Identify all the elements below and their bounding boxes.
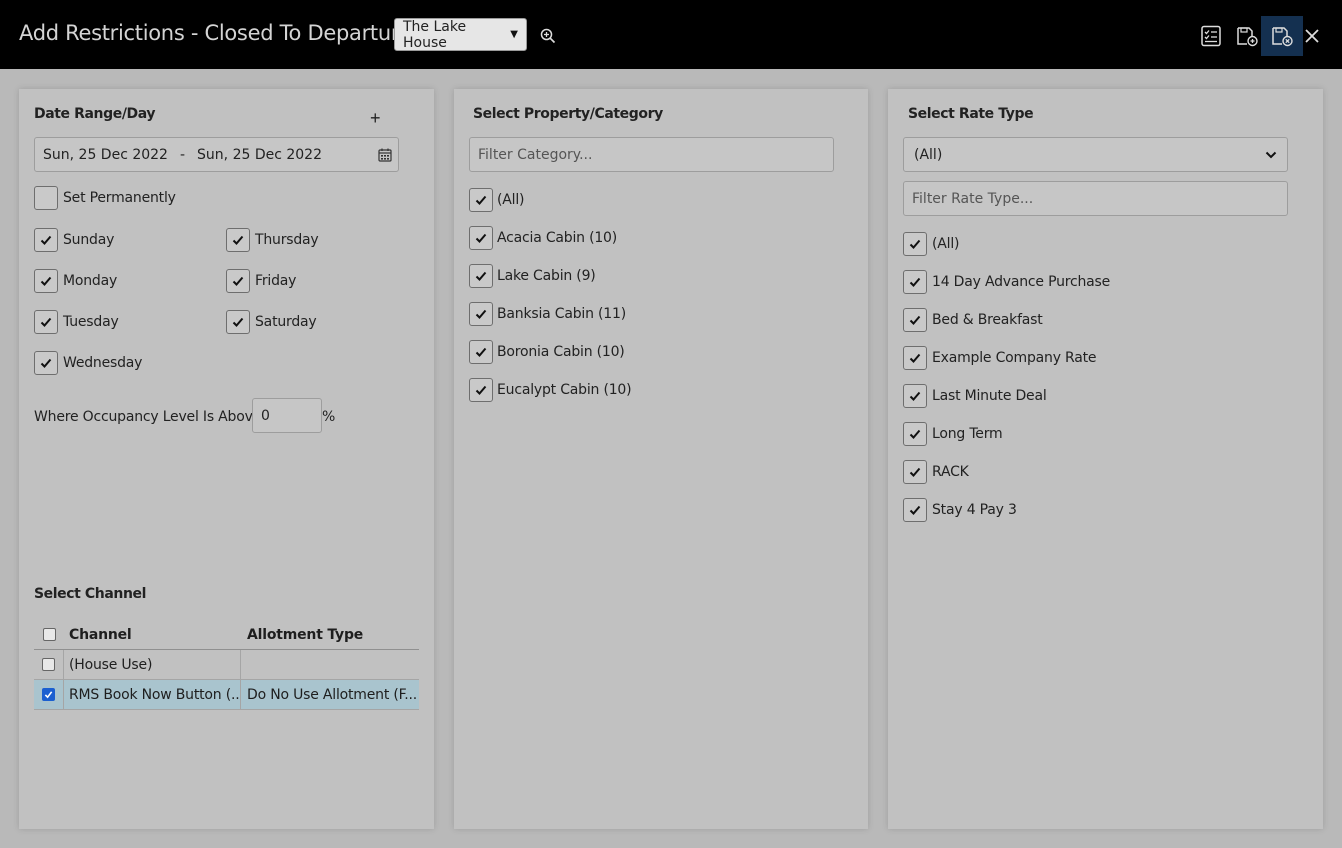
sunday-label: Sunday: [63, 232, 115, 248]
rate-type-item-label: (All): [932, 236, 960, 252]
wednesday-checkbox[interactable]: [34, 351, 58, 375]
category-heading: Select Property/Category: [473, 106, 663, 122]
category-item-label: (All): [497, 192, 525, 208]
set-permanently-checkbox[interactable]: [34, 186, 58, 210]
table-row[interactable]: RMS Book Now Button (... Do No Use Allot…: [34, 680, 419, 710]
property-select[interactable]: The Lake House ▼: [394, 18, 527, 51]
category-checkbox[interactable]: [469, 302, 493, 326]
set-permanently-label: Set Permanently: [63, 190, 176, 206]
monday-checkbox[interactable]: [34, 269, 58, 293]
thursday-checkbox[interactable]: [226, 228, 250, 252]
category-item-label: Banksia Cabin (11): [497, 306, 626, 322]
close-icon: [1305, 29, 1319, 43]
sunday-checkbox[interactable]: [34, 228, 58, 252]
rate-type-checkbox[interactable]: [903, 422, 927, 446]
row-checkbox[interactable]: [42, 658, 55, 671]
close-button[interactable]: [1292, 16, 1332, 56]
rate-type-checkbox[interactable]: [903, 498, 927, 522]
category-panel: Select Property/Category Filter Category…: [454, 89, 868, 829]
channel-column-header[interactable]: Channel: [64, 620, 241, 649]
monday-label: Monday: [63, 273, 118, 289]
row-checkbox[interactable]: [42, 688, 55, 701]
select-all-channels-checkbox[interactable]: [42, 628, 56, 641]
category-item-label: Lake Cabin (9): [497, 268, 596, 284]
channel-table-header: Channel Allotment Type: [34, 620, 419, 650]
wednesday-label: Wednesday: [63, 355, 143, 371]
occupancy-input[interactable]: 0: [252, 398, 322, 433]
date-separator: -: [179, 146, 186, 163]
filter-rate-type-input[interactable]: Filter Rate Type...: [903, 181, 1288, 216]
rate-type-select-value: (All): [914, 146, 943, 163]
date-range-heading: Date Range/Day: [34, 106, 156, 122]
chevron-down-icon: ▼: [510, 29, 518, 40]
header-bar: Add Restrictions - Closed To Departure T…: [0, 0, 1342, 69]
category-checkbox[interactable]: [469, 226, 493, 250]
allotment-cell: Do No Use Allotment (F...: [247, 686, 417, 703]
filter-rate-type-placeholder: Filter Rate Type...: [912, 190, 1034, 207]
tuesday-checkbox[interactable]: [34, 310, 58, 334]
rate-type-item-label: Example Company Rate: [932, 350, 1097, 366]
rate-type-checkbox[interactable]: [903, 308, 927, 332]
date-range-input[interactable]: Sun, 25 Dec 2022 - Sun, 25 Dec 2022: [34, 137, 399, 172]
occupancy-unit: %: [322, 409, 336, 425]
rate-type-item-label: Bed & Breakfast: [932, 312, 1043, 328]
rate-type-checkbox[interactable]: [903, 460, 927, 484]
category-checkbox[interactable]: [469, 378, 493, 402]
category-item-label: Eucalypt Cabin (10): [497, 382, 632, 398]
channel-cell: (House Use): [64, 650, 241, 679]
tuesday-label: Tuesday: [63, 314, 119, 330]
page-title: Add Restrictions - Closed To Departure: [19, 21, 412, 45]
date-range-panel: Date Range/Day + Sun, 25 Dec 2022 - Sun,…: [19, 89, 434, 829]
rate-type-item-label: 14 Day Advance Purchase: [932, 274, 1111, 290]
thursday-label: Thursday: [255, 232, 319, 248]
saturday-label: Saturday: [255, 314, 317, 330]
zoom-in-icon[interactable]: [540, 28, 556, 44]
category-item-label: Boronia Cabin (10): [497, 344, 625, 360]
category-all-checkbox[interactable]: [469, 188, 493, 212]
table-row[interactable]: (House Use): [34, 650, 419, 680]
rate-type-item-label: RACK: [932, 464, 969, 480]
occupancy-label: Where Occupancy Level Is Above: [34, 409, 262, 425]
save-close-icon: [1272, 27, 1293, 47]
rate-type-item-label: Stay 4 Pay 3: [932, 502, 1017, 518]
channel-cell: RMS Book Now Button (...: [64, 680, 241, 709]
rate-type-checkbox[interactable]: [903, 346, 927, 370]
filter-category-placeholder: Filter Category...: [478, 146, 593, 163]
chevron-down-icon: [1265, 151, 1277, 158]
select-channel-heading: Select Channel: [34, 586, 147, 602]
rate-type-checkbox[interactable]: [903, 270, 927, 294]
allotment-column-header[interactable]: Allotment Type: [241, 620, 419, 649]
rate-type-item-label: Last Minute Deal: [932, 388, 1047, 404]
rate-type-heading: Select Rate Type: [908, 106, 1034, 122]
category-checkbox[interactable]: [469, 340, 493, 364]
friday-label: Friday: [255, 273, 297, 289]
allotment-cell: [241, 650, 419, 679]
checklist-icon: [1201, 25, 1221, 47]
add-date-range-icon[interactable]: +: [370, 108, 381, 129]
filter-category-input[interactable]: Filter Category...: [469, 137, 834, 172]
property-select-value: The Lake House: [403, 18, 467, 51]
date-to: Sun, 25 Dec 2022: [197, 146, 322, 163]
category-item-label: Acacia Cabin (10): [497, 230, 618, 246]
rate-type-item-label: Long Term: [932, 426, 1003, 442]
save-add-icon: [1237, 27, 1258, 47]
rate-type-checkbox[interactable]: [903, 384, 927, 408]
rate-type-all-checkbox[interactable]: [903, 232, 927, 256]
channel-table: Channel Allotment Type (House Use) RMS B…: [34, 620, 419, 710]
calendar-icon[interactable]: [378, 148, 392, 162]
friday-checkbox[interactable]: [226, 269, 250, 293]
rate-type-select[interactable]: (All): [903, 137, 1288, 172]
rate-type-panel: Select Rate Type (All) Filter Rate Type.…: [888, 89, 1323, 829]
saturday-checkbox[interactable]: [226, 310, 250, 334]
category-checkbox[interactable]: [469, 264, 493, 288]
date-from: Sun, 25 Dec 2022: [43, 146, 168, 163]
